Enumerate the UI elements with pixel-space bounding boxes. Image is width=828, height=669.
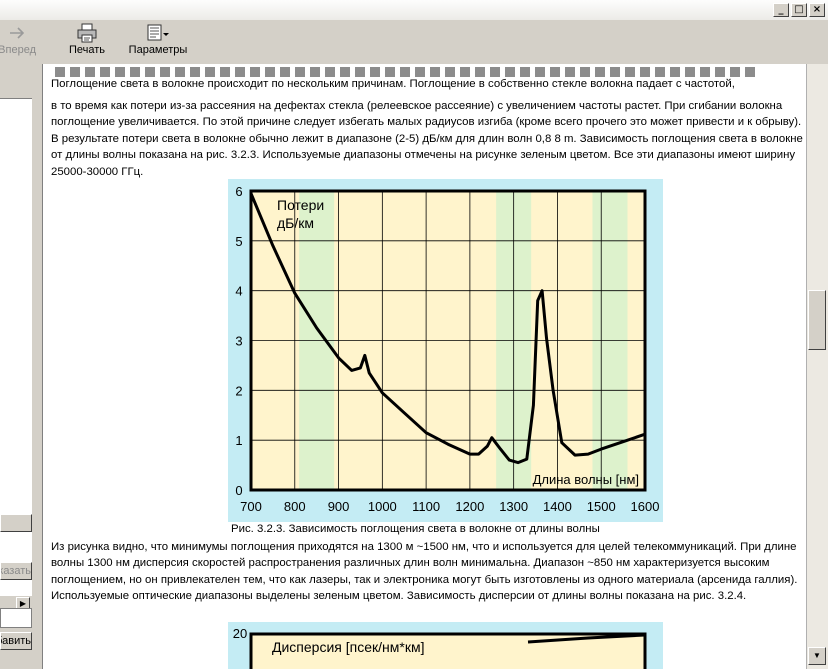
x-tick-label: 1300: [499, 499, 528, 514]
x-tick-label: 700: [240, 499, 262, 514]
forward-label: Вперед: [0, 44, 36, 56]
x-tick-label: 1500: [587, 499, 616, 514]
content-pane: Поглощение света в волокне происходит по…: [42, 64, 807, 669]
x-axis-label: Длина волны [нм]: [533, 472, 639, 487]
maximize-button[interactable]: □: [791, 3, 807, 17]
y-axis-label-line2: дБ/км: [277, 215, 314, 231]
print-label: Печать: [68, 44, 106, 56]
forward-button[interactable]: Вперед: [0, 22, 42, 56]
show-button[interactable]: Показать: [0, 562, 32, 580]
x-tick-label: 1200: [455, 499, 484, 514]
title-bar: _ □ ×: [0, 0, 828, 21]
y-tick-label: 2: [235, 383, 242, 398]
close-button[interactable]: ×: [809, 3, 825, 17]
options-button[interactable]: Параметры: [126, 22, 190, 56]
side-small-button[interactable]: [0, 514, 32, 532]
paragraph-intro-line: Поглощение света в волокне происходит по…: [51, 78, 735, 90]
toolbar: Вперед Печать Параметры: [0, 20, 828, 65]
print-button[interactable]: Печать: [62, 22, 112, 56]
navigation-pane: ▶ Показать Добавить: [0, 64, 42, 669]
forward-arrow-icon: [10, 27, 25, 39]
x-tick-label: 1600: [631, 499, 660, 514]
x-tick-label: 900: [328, 499, 350, 514]
y-tick-label-2: 20: [233, 626, 247, 641]
y-tick-label: 6: [235, 184, 242, 199]
paragraph-1: в то время как потери из-за рассеяния на…: [51, 100, 803, 178]
options-label: Параметры: [128, 44, 188, 56]
x-tick-label: 1000: [368, 499, 397, 514]
x-tick-label: 1400: [543, 499, 572, 514]
minimize-button[interactable]: _: [773, 3, 789, 17]
options-icon: [147, 24, 169, 41]
y-tick-label: 5: [235, 234, 242, 249]
y-tick-label: 0: [235, 483, 242, 498]
x-tick-label: 1100: [412, 499, 440, 514]
paragraph-2: Из рисунка видно, что минимумы поглощени…: [51, 541, 798, 603]
window-controls: _ □ ×: [773, 3, 825, 17]
search-input[interactable]: [0, 608, 32, 628]
figure-caption: Рис. 3.2.3. Зависимость поглощения света…: [231, 523, 600, 535]
dispersion-chart: 20 Дисперсия [псек/нм*км]: [228, 622, 663, 669]
x-tick-label: 800: [284, 499, 306, 514]
scroll-down-arrow-icon[interactable]: ▼: [808, 647, 826, 665]
scroll-thumb[interactable]: [808, 290, 826, 350]
y-axis-label-line1: Потери: [277, 197, 324, 213]
attenuation-chart: 0 1 2 3 4 5 6 700 800 900 1000 1100 1200 1300 1400 1500…: [228, 179, 663, 522]
dispersion-chart-svg: 20 Дисперсия [псек/нм*км]: [233, 626, 647, 669]
y-tick-label: 4: [235, 284, 242, 299]
content-vscrollbar[interactable]: ▼: [806, 64, 828, 669]
attenuation-chart-svg: 0 1 2 3 4 5 6 700 800 900 1000 1100 1200 1300 1400 1500…: [235, 184, 660, 514]
printer-icon: [77, 23, 97, 43]
y-tick-label: 3: [235, 334, 242, 349]
y-tick-label: 1: [235, 433, 242, 448]
y-axis-label-2: Дисперсия [псек/нм*км]: [272, 639, 424, 655]
pane-splitter[interactable]: [32, 64, 42, 669]
add-button[interactable]: Добавить: [0, 632, 32, 650]
